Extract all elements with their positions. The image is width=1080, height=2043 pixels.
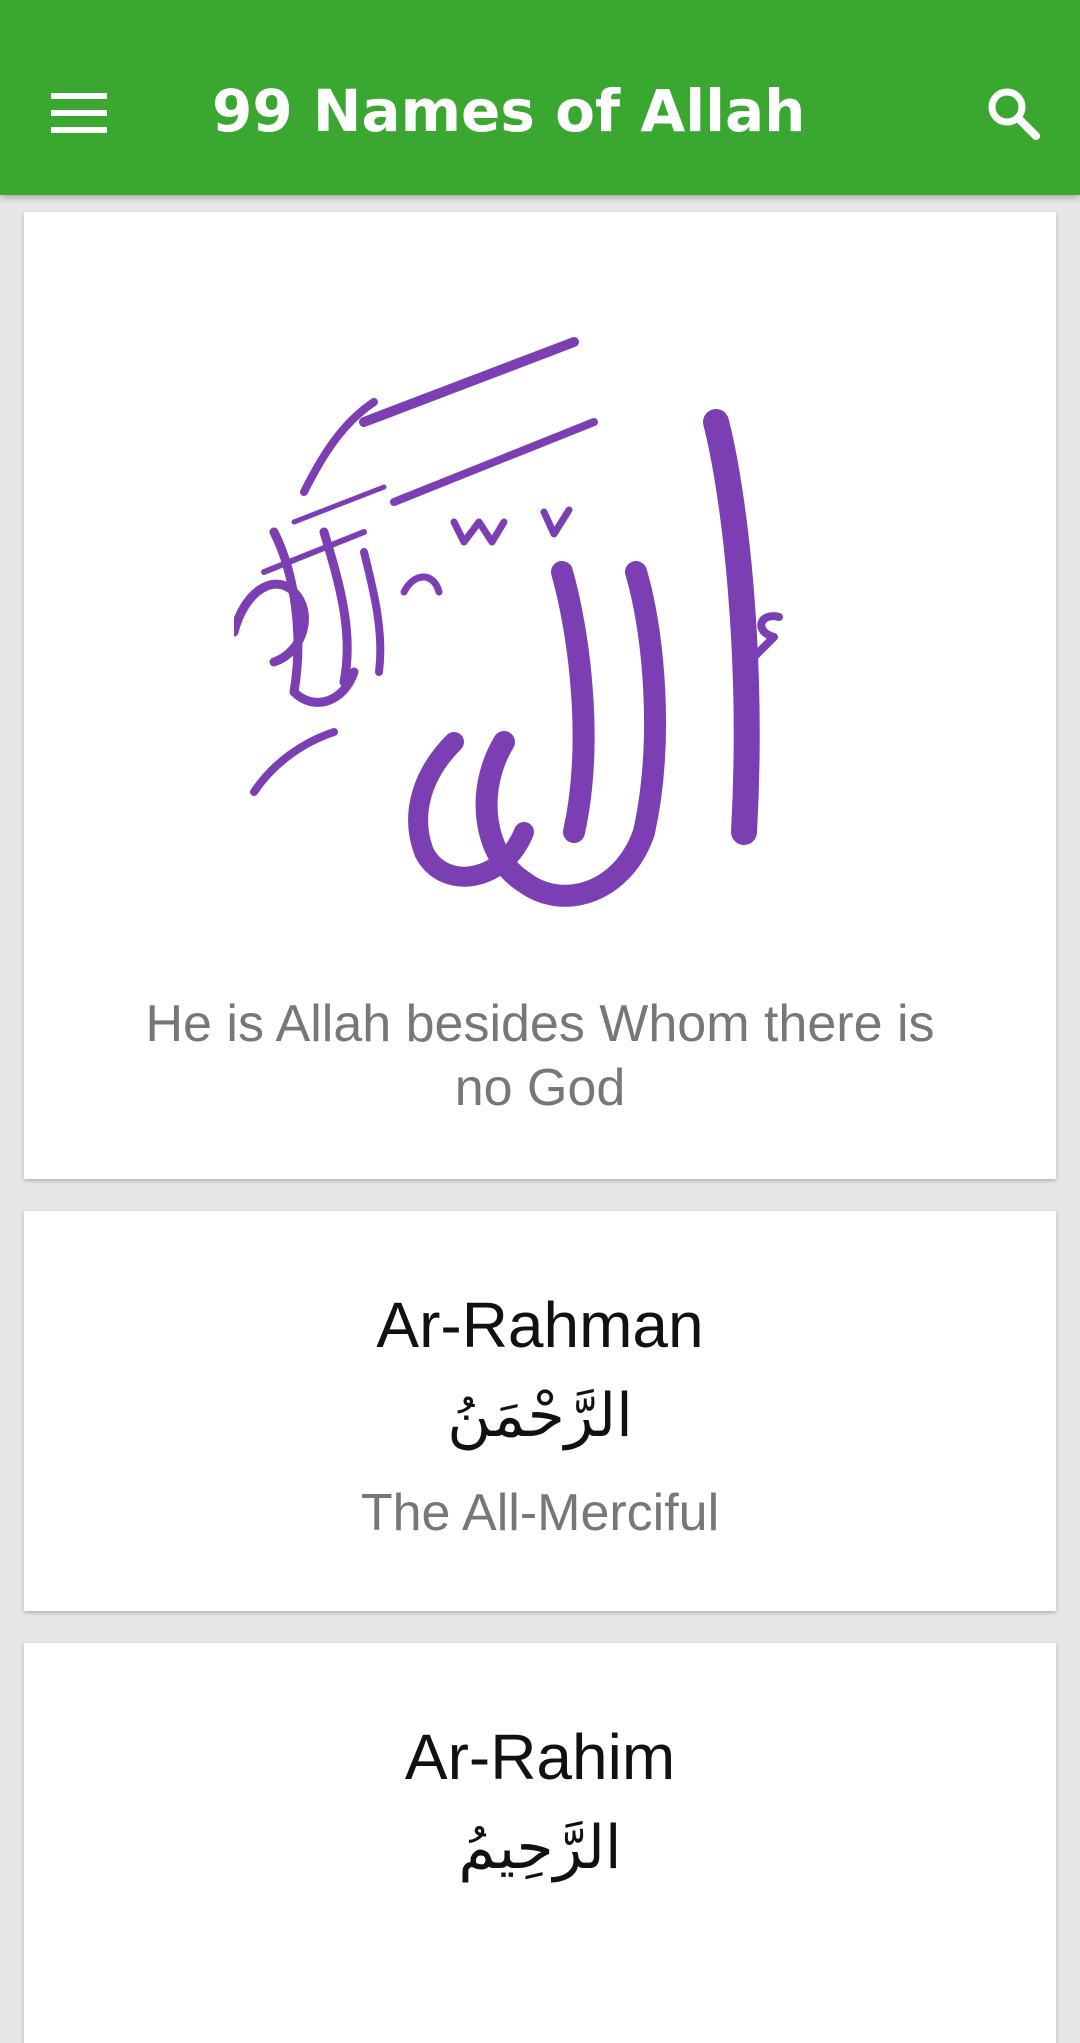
allah-calligraphy (234, 337, 783, 907)
name-latin: Ar-Rahim (404, 1721, 676, 1793)
name-latin: Ar-Rahman (376, 1289, 704, 1361)
search-button[interactable] (975, 78, 1051, 148)
name-card-ar-rahim[interactable]: Ar-Rahim الرَّحِيمُ (24, 1643, 1056, 2043)
app-bar: 99 Names of Allah (0, 0, 1080, 195)
menu-button[interactable] (38, 78, 120, 148)
name-meaning: The All-Merciful (360, 1484, 720, 1542)
name-arabic: الرَّحْمَنُ (447, 1381, 633, 1451)
name-card-ar-rahman[interactable]: Ar-Rahman الرَّحْمَنُ The All-Merciful (24, 1211, 1056, 1611)
app-title: 99 Names of Allah (212, 77, 806, 145)
menu-icon (51, 93, 107, 133)
search-icon (988, 88, 1040, 140)
allah-card[interactable]: He is Allah besides Whom there is no God (24, 212, 1056, 1179)
name-arabic: الرَّحِيمُ (458, 1813, 622, 1883)
hero-translation: He is Allah besides Whom there is no God (145, 995, 935, 1117)
